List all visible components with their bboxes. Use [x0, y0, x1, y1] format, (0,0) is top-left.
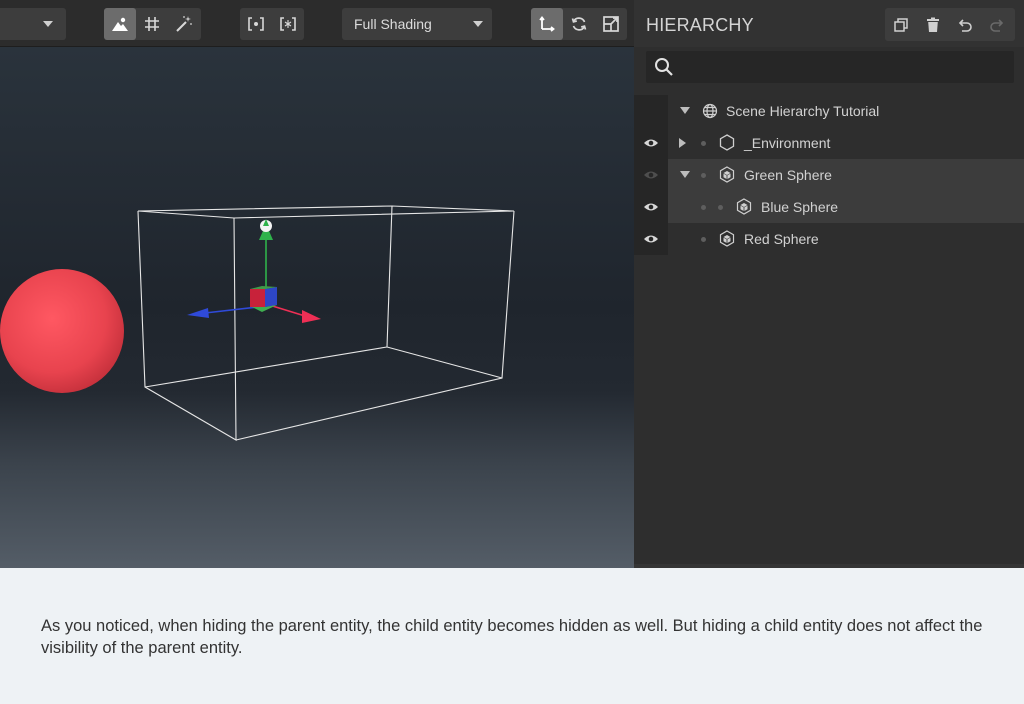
eye-icon[interactable] [643, 233, 659, 245]
bounding-box [137, 205, 515, 441]
eye-icon[interactable] [643, 201, 659, 213]
hierarchy-tree: Scene Hierarchy Tutorial _Environment Gr… [634, 95, 1024, 255]
bracket-dot-icon[interactable] [240, 8, 272, 40]
bracket-sparkle-icon[interactable] [272, 8, 304, 40]
hierarchy-actions [885, 8, 1015, 41]
red-sphere[interactable] [0, 269, 124, 393]
panel-divider [634, 564, 1024, 568]
expand-arrow-icon[interactable] [679, 138, 686, 148]
hierarchy-panel: HIERARCHY Scene Hierarchy Tutorial _Envi… [634, 0, 1024, 568]
magic-wand-icon[interactable] [168, 8, 200, 40]
tree-item-scene-hierarchy-tutorial[interactable]: Scene Hierarchy Tutorial [668, 95, 1024, 127]
tree-item-green-sphere[interactable]: Green Sphere [668, 159, 1024, 191]
camera-dropdown[interactable] [0, 8, 66, 40]
redo-icon[interactable] [981, 8, 1013, 41]
expand-arrow-icon[interactable] [680, 171, 690, 178]
panel-title: HIERARCHY [646, 15, 754, 35]
tree-item-label: Scene Hierarchy Tutorial [726, 103, 880, 119]
snap-tools-group [240, 8, 304, 40]
bullet-icon [701, 237, 706, 242]
globe-icon [702, 103, 718, 119]
tree-item-label: Red Sphere [744, 231, 819, 247]
eye-icon[interactable] [643, 169, 659, 181]
scene-render [0, 205, 515, 441]
cube-icon [719, 230, 735, 247]
bullet-icon [701, 205, 706, 210]
duplicate-icon[interactable] [885, 8, 917, 41]
viewport-toolbar: Full Shading [0, 0, 634, 47]
search-icon [655, 58, 673, 76]
bullet-icon [701, 141, 706, 146]
tree-item-label: Green Sphere [744, 167, 832, 183]
bullet-icon [701, 173, 706, 178]
search-input[interactable] [682, 55, 1002, 79]
transform-tools-group [531, 8, 627, 40]
landscape-icon[interactable] [104, 8, 136, 40]
chevron-down-icon [473, 21, 483, 27]
tree-item-label: _Environment [744, 135, 831, 151]
bullet-icon [718, 205, 723, 210]
rotate-icon[interactable] [563, 8, 595, 40]
tutorial-caption: As you noticed, when hiding the parent e… [41, 617, 983, 657]
editor-window: Full Shading HIERARCHY Scene Hierarchy T… [0, 0, 1024, 568]
shading-dropdown[interactable]: Full Shading [342, 8, 492, 40]
tree-item-environment[interactable]: _Environment [668, 127, 1024, 159]
cube-icon [736, 198, 752, 215]
hierarchy-header: HIERARCHY [634, 0, 1024, 47]
expand-arrow-icon[interactable] [680, 107, 690, 114]
hierarchy-search [646, 51, 1014, 83]
hexagon-icon [719, 134, 735, 151]
chevron-down-icon [43, 21, 53, 27]
undo-icon[interactable] [949, 8, 981, 41]
scale-icon[interactable] [595, 8, 627, 40]
tree-item-red-sphere[interactable]: Red Sphere [668, 223, 1024, 255]
eye-icon[interactable] [643, 137, 659, 149]
trash-icon[interactable] [917, 8, 949, 41]
grid-icon[interactable] [136, 8, 168, 40]
transform-gizmo[interactable] [187, 219, 321, 323]
scene-viewport[interactable]: Full Shading [0, 0, 634, 568]
scene-canvas[interactable] [0, 47, 634, 568]
cube-icon [719, 166, 735, 183]
move-icon[interactable] [531, 8, 563, 40]
tree-item-blue-sphere[interactable]: Blue Sphere [668, 191, 1024, 223]
shading-dropdown-value: Full Shading [354, 16, 432, 32]
tree-item-label: Blue Sphere [761, 199, 839, 215]
view-tools-group [104, 8, 201, 40]
